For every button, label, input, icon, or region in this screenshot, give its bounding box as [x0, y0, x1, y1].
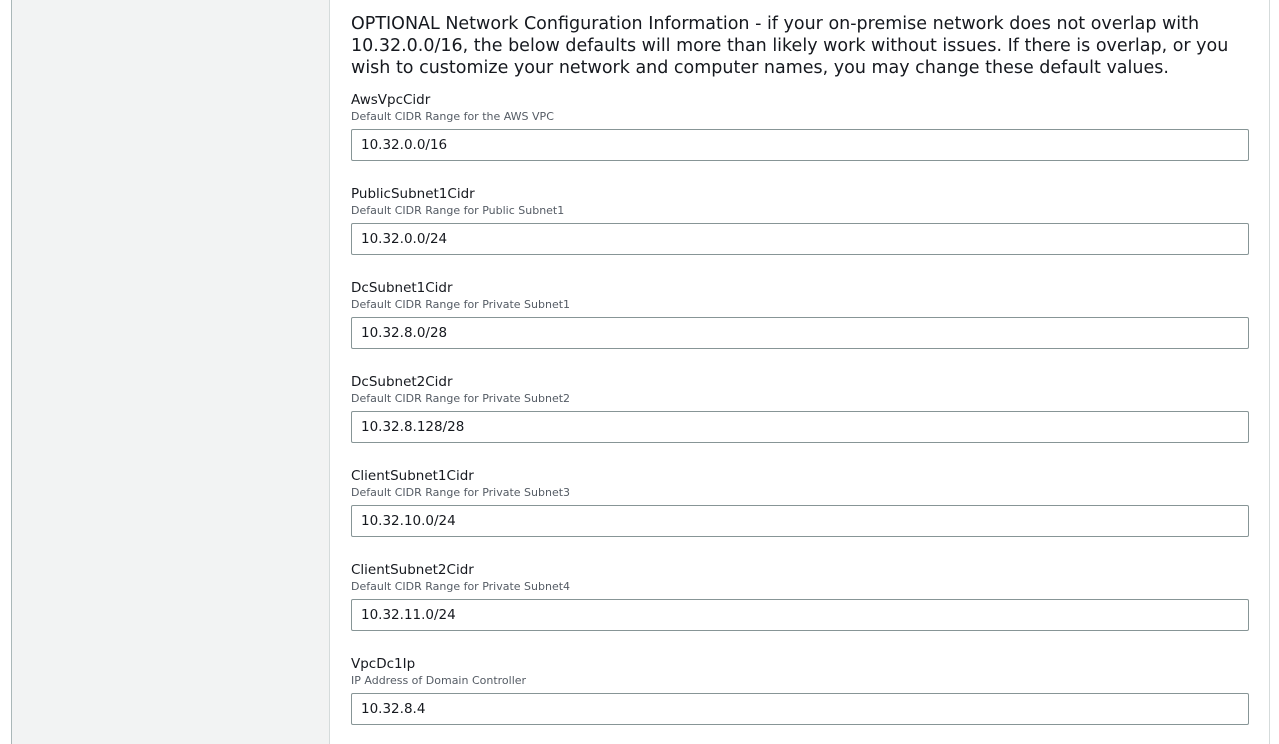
field-description: IP Address of Domain Controller — [351, 674, 527, 687]
field-dc-subnet1-cidr: DcSubnet1Cidr Default CIDR Range for Pri… — [351, 280, 1249, 349]
field-description: Default CIDR Range for Private Subnet1 — [351, 298, 571, 311]
field-label: PublicSubnet1Cidr — [351, 186, 475, 202]
field-description: Default CIDR Range for the AWS VPC — [351, 110, 554, 123]
public-subnet1-cidr-input[interactable] — [351, 223, 1249, 255]
field-description: Default CIDR Range for Private Subnet2 — [351, 392, 571, 405]
field-label: VpcDc1Ip — [351, 656, 416, 672]
field-client-subnet2-cidr: ClientSubnet2Cidr Default CIDR Range for… — [351, 562, 1249, 631]
field-label: ClientSubnet1Cidr — [351, 468, 474, 484]
field-description: Default CIDR Range for Private Subnet4 — [351, 580, 571, 593]
aws-vpc-cidr-input[interactable] — [351, 129, 1249, 161]
network-configuration-form: OPTIONAL Network Configuration Informati… — [330, 0, 1268, 744]
field-client-subnet1-cidr: ClientSubnet1Cidr Default CIDR Range for… — [351, 468, 1249, 537]
field-label: DcSubnet1Cidr — [351, 280, 453, 296]
section-heading: OPTIONAL Network Configuration Informati… — [351, 14, 1229, 78]
dc-subnet1-cidr-input[interactable] — [351, 317, 1249, 349]
field-label: ClientSubnet2Cidr — [351, 562, 474, 578]
field-label: AwsVpcCidr — [351, 92, 431, 108]
client-subnet1-cidr-input[interactable] — [351, 505, 1249, 537]
right-border — [1269, 0, 1270, 744]
left-gutter — [0, 0, 12, 744]
field-description: Default CIDR Range for Public Subnet1 — [351, 204, 565, 217]
vpc-dc1-ip-input[interactable] — [351, 693, 1249, 725]
sidebar-panel — [12, 0, 330, 744]
client-subnet2-cidr-input[interactable] — [351, 599, 1249, 631]
field-description: Default CIDR Range for Private Subnet3 — [351, 486, 571, 499]
field-label: DcSubnet2Cidr — [351, 374, 453, 390]
dc-subnet2-cidr-input[interactable] — [351, 411, 1249, 443]
field-aws-vpc-cidr: AwsVpcCidr Default CIDR Range for the AW… — [351, 92, 1249, 161]
page: OPTIONAL Network Configuration Informati… — [0, 0, 1279, 744]
field-dc-subnet2-cidr: DcSubnet2Cidr Default CIDR Range for Pri… — [351, 374, 1249, 443]
field-public-subnet1-cidr: PublicSubnet1Cidr Default CIDR Range for… — [351, 186, 1249, 255]
field-vpc-dc1-ip: VpcDc1Ip IP Address of Domain Controller — [351, 656, 1249, 725]
